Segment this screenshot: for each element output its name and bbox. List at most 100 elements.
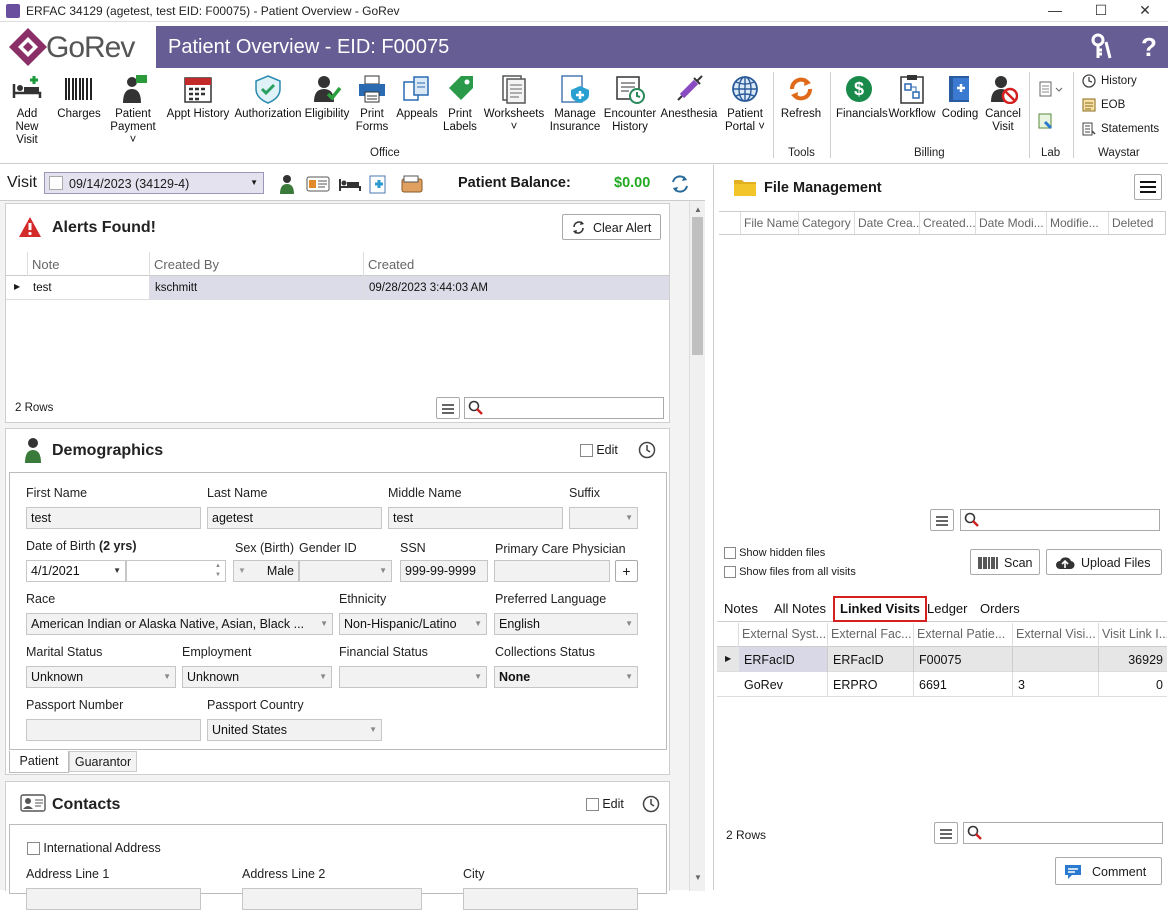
waystar-eob-button[interactable]: EOB [1082,98,1125,112]
add-pcp-button[interactable]: + [615,560,638,582]
ribbon-button-shield-check[interactable]: Authorization [234,74,302,121]
suffix-select[interactable]: ▼ [569,507,638,529]
linked-search-input[interactable] [963,822,1163,844]
middle-name-field[interactable]: test [388,507,563,529]
alerts-search-input[interactable] [464,397,664,419]
ribbon-button-person-check[interactable]: Eligibility [303,74,351,121]
col-note[interactable]: Note [28,252,150,276]
clear-alert-button[interactable]: Clear Alert [562,214,661,240]
address1-field[interactable] [26,888,201,910]
table-row[interactable]: ▶ ERFacID ERFacID F00075 36929 [717,647,1167,672]
scroll-down-icon[interactable]: ▼ [694,873,702,882]
ribbon-button-cancel-visit[interactable]: Cancel Visit [984,74,1022,134]
tab-guarantor[interactable]: Guarantor [69,751,137,772]
passport-field[interactable] [26,719,201,741]
file-management-menu-button[interactable] [1134,174,1162,200]
history-clock-icon[interactable] [638,441,656,459]
ribbon-button-globe[interactable]: Patient Portal ˅ [722,74,768,134]
tab-linked-visits[interactable]: Linked Visits [833,596,927,622]
ethnicity-select[interactable]: Non-Hispanic/Latino ▼ [339,613,487,635]
show-hidden-checkbox[interactable] [724,547,736,560]
show-hidden-toggle[interactable]: Show hidden files [724,547,825,560]
tab-patient[interactable]: Patient [9,751,69,773]
marital-select[interactable]: Unknown ▼ [26,666,176,688]
sex-select[interactable]: ▼ Male [233,560,299,582]
keys-icon[interactable] [1086,32,1116,62]
files-search-input[interactable] [960,509,1160,531]
demographics-edit-toggle[interactable]: Edit [580,443,618,458]
col-external-system[interactable]: External Syst... [739,623,828,647]
files-menu-button[interactable] [930,509,954,531]
waystar-statements-button[interactable]: Statements [1082,122,1159,136]
ribbon-button-printer[interactable]: Print Forms [352,74,392,134]
ribbon-button-barcode[interactable]: Charges [54,74,104,121]
patient-icon[interactable] [278,174,296,194]
first-name-field[interactable]: test [26,507,201,529]
scroll-up-icon[interactable]: ▲ [694,205,702,214]
scrollbar-thumb[interactable] [692,217,703,355]
city-field[interactable] [463,888,638,910]
maximize-button[interactable]: ☐ [1078,0,1124,22]
wallet-icon[interactable] [400,174,424,194]
passport-country-select[interactable]: United States ▼ [207,719,382,741]
ribbon-button-encounter[interactable]: Encounter History [602,74,658,134]
show-all-visits-checkbox[interactable] [724,566,736,579]
ribbon-button-label[interactable]: Print Labels [440,74,480,134]
col-deleted[interactable]: Deleted [1109,212,1166,234]
ribbon-button-workflow[interactable]: Workflow [888,74,936,121]
ribbon-button-add-visit[interactable]: Add New Visit [4,74,50,147]
ribbon-button-appeals[interactable]: Appeals [395,74,439,121]
history-clock-icon[interactable] [642,795,660,813]
ribbon-button-calendar[interactable]: Appt History [165,74,231,121]
show-all-visits-toggle[interactable]: Show files from all visits [724,566,856,579]
ribbon-button-coding[interactable]: Coding [940,74,980,121]
comment-button[interactable]: Comment [1055,857,1162,885]
tab-ledger[interactable]: Ledger [922,598,972,620]
col-file-name[interactable]: File Name [741,212,799,234]
last-name-field[interactable]: agetest [207,507,382,529]
col-date-created[interactable]: Date Crea... [855,212,920,234]
col-external-visit[interactable]: External Visi... [1013,623,1099,647]
ssn-field[interactable]: 999-99-9999 [400,560,488,582]
ribbon-button-worksheets[interactable]: Worksheets ˅ [482,74,546,134]
dob-time-spinner[interactable]: ▲ ▼ [126,560,226,582]
close-window-button[interactable]: ✕ [1122,0,1168,22]
collections-select[interactable]: None ▼ [494,666,638,688]
contacts-edit-toggle[interactable]: Edit [586,797,624,812]
minimize-button[interactable]: — [1032,0,1078,22]
intl-checkbox[interactable] [27,842,40,856]
col-created-by[interactable]: Created... [920,212,976,234]
alerts-menu-button[interactable] [436,397,460,419]
row-expand-icon[interactable]: ▶ [725,654,731,663]
edit-checkbox[interactable] [586,798,599,812]
tab-notes[interactable]: Notes [719,598,763,620]
dob-field[interactable]: 4/1/2021 ▼ [26,560,126,582]
international-address-toggle[interactable]: International Address [27,841,161,856]
id-card-icon[interactable] [306,175,330,193]
lab-results-button[interactable] [1037,112,1057,132]
col-visit-link-id[interactable]: Visit Link I... [1099,623,1167,647]
upload-files-button[interactable]: Upload Files [1046,549,1162,575]
table-row[interactable]: GoRev ERPRO 6691 3 0 [717,672,1167,697]
vertical-scrollbar[interactable]: ▲ ▼ [689,201,705,891]
refresh-button[interactable]: Refresh [778,74,824,121]
table-row[interactable]: ▶ test kschmitt 09/28/2023 3:44:03 AM [6,276,669,300]
visit-select[interactable]: 09/14/2023 (34129-4) ▼ [44,172,264,194]
language-select[interactable]: English ▼ [494,613,638,635]
lab-dropdown-button[interactable] [1037,80,1065,100]
employment-select[interactable]: Unknown ▼ [182,666,332,688]
swap-arrows-icon[interactable] [670,174,690,194]
ribbon-button-dollar[interactable]: $ Financials [836,74,888,121]
col-external-facility[interactable]: External Fac... [828,623,914,647]
linked-menu-button[interactable] [934,822,958,844]
col-created-by[interactable]: Created By [150,252,364,276]
tab-orders[interactable]: Orders [975,598,1025,620]
address2-field[interactable] [242,888,422,910]
help-icon[interactable]: ? [1134,32,1164,62]
insurance-icon[interactable] [368,173,390,195]
col-category[interactable]: Category [799,212,855,234]
ribbon-button-payment[interactable]: Patient Payment ˅ [108,74,158,147]
col-modified-by[interactable]: Modifie... [1047,212,1109,234]
col-external-patient[interactable]: External Patie... [914,623,1013,647]
waystar-history-button[interactable]: History [1082,74,1137,88]
